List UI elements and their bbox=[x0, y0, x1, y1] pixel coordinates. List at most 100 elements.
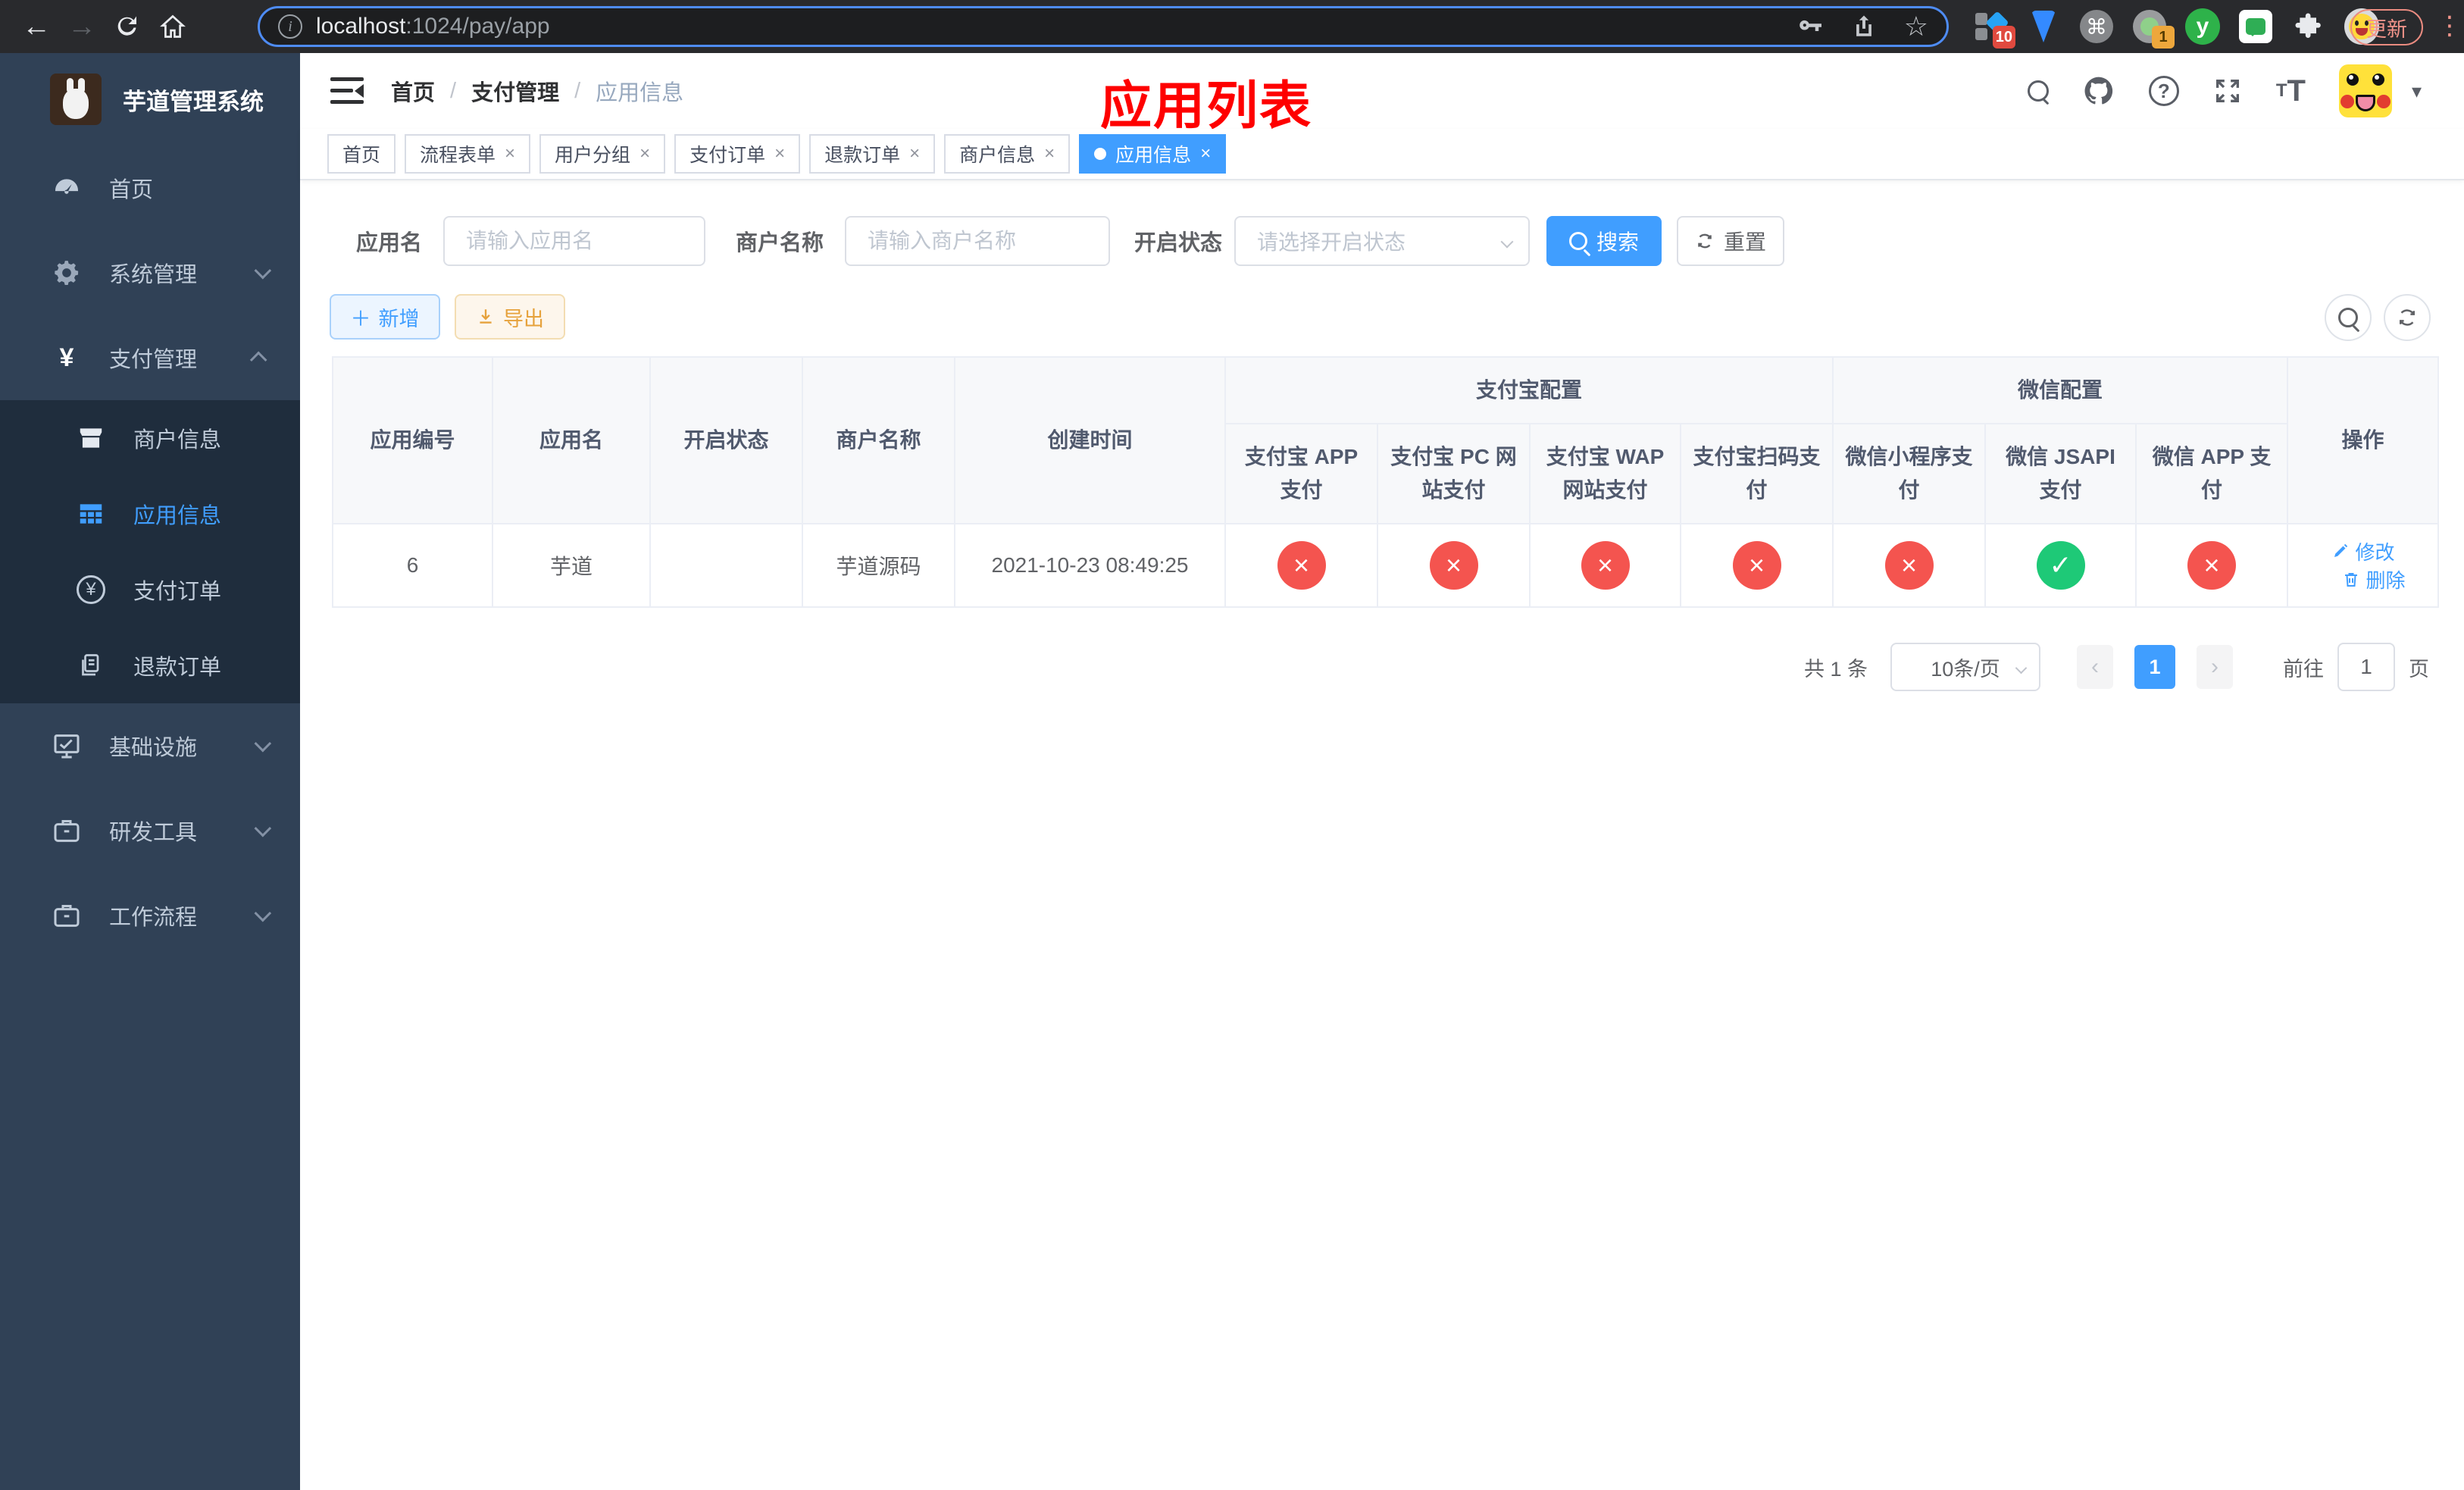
next-page-button[interactable]: › bbox=[2197, 645, 2233, 689]
extension-y-icon[interactable]: y bbox=[2185, 8, 2220, 45]
page-size-select[interactable]: 10条/页 bbox=[1890, 643, 2040, 691]
col-wechat-lite: 微信小程序支付 bbox=[1832, 423, 1987, 524]
export-button[interactable]: 导出 bbox=[455, 294, 565, 340]
sidebar-item-system[interactable]: 系统管理 bbox=[0, 230, 300, 315]
extension-blue-diamond-icon[interactable]: 10 bbox=[1973, 9, 2015, 49]
toggle-search-button[interactable] bbox=[2325, 294, 2372, 341]
sidebar-item-refund-order[interactable]: 退款订单 bbox=[0, 628, 300, 703]
documents-icon bbox=[73, 652, 109, 679]
col-created: 创建时间 bbox=[954, 356, 1226, 524]
refresh-button[interactable] bbox=[2384, 294, 2431, 341]
close-icon[interactable]: × bbox=[1044, 143, 1055, 164]
chevron-down-icon bbox=[254, 734, 272, 753]
download-icon bbox=[480, 309, 492, 324]
status-fail-icon: × bbox=[2187, 541, 2237, 590]
merchant-name-input[interactable] bbox=[845, 216, 1111, 266]
tab-pay-order[interactable]: 支付订单 × bbox=[674, 134, 801, 174]
briefcase-icon bbox=[48, 900, 85, 931]
col-alipay-pc: 支付宝 PC 网站支付 bbox=[1377, 423, 1531, 524]
search-button[interactable]: 搜索 bbox=[1546, 216, 1662, 266]
sidebar-item-infrastructure[interactable]: 基础设施 bbox=[0, 703, 300, 788]
breadcrumb-payment[interactable]: 支付管理 bbox=[471, 75, 559, 107]
app-logo[interactable]: 芋道管理系统 bbox=[0, 53, 300, 146]
browser-reload-button[interactable] bbox=[105, 4, 150, 49]
sidebar-item-devtools[interactable]: 研发工具 bbox=[0, 788, 300, 873]
pagination-total: 共 1 条 bbox=[1803, 657, 1868, 681]
payment-submenu: 商户信息 应用信息 ¥ 支付订单 退款订单 bbox=[0, 400, 300, 703]
tab-home[interactable]: 首页 bbox=[327, 134, 396, 174]
prev-page-button[interactable]: ‹ bbox=[2077, 645, 2113, 689]
url-path: :1024/pay/app bbox=[405, 14, 550, 39]
app-name-input[interactable] bbox=[443, 216, 706, 266]
chrome-menu-icon[interactable]: ⋮ bbox=[2437, 11, 2462, 41]
goto-page-input[interactable] bbox=[2337, 643, 2395, 691]
browser-home-button[interactable] bbox=[150, 4, 195, 49]
app-name-label: 应用名 bbox=[356, 231, 423, 255]
tab-merchant-info[interactable]: 商户信息 × bbox=[944, 134, 1071, 174]
browser-back-button[interactable]: ← bbox=[14, 4, 59, 49]
cell-merchant: 芋道源码 bbox=[802, 523, 955, 608]
fullscreen-icon[interactable] bbox=[2212, 76, 2243, 106]
sidebar: 芋道管理系统 首页 系统管理 ¥ 支付管理 商户信息 应用信息 ¥ 支付订单 退… bbox=[0, 53, 300, 1490]
tab-user-group[interactable]: 用户分组 × bbox=[539, 134, 666, 174]
avatar-caret-icon[interactable]: ▾ bbox=[2412, 80, 2422, 103]
search-icon[interactable] bbox=[2027, 80, 2049, 102]
extensions-puzzle-icon[interactable] bbox=[2291, 9, 2326, 44]
browser-forward-button[interactable]: → bbox=[59, 4, 105, 49]
close-icon[interactable]: × bbox=[639, 143, 650, 164]
status-select[interactable]: 请选择开启状态 bbox=[1234, 216, 1531, 266]
chevron-down-icon bbox=[254, 819, 272, 837]
search-icon bbox=[1569, 232, 1588, 250]
extension-recorder-icon[interactable]: 1 bbox=[2132, 9, 2175, 49]
close-icon[interactable]: × bbox=[909, 143, 920, 164]
help-icon[interactable]: ? bbox=[2148, 76, 2179, 106]
close-icon[interactable]: × bbox=[774, 143, 785, 164]
tab-process-form[interactable]: 流程表单 × bbox=[405, 134, 531, 174]
extension-badge: 10 bbox=[1992, 26, 2015, 49]
cell-actions: 修改 删除 bbox=[2287, 523, 2440, 608]
breadcrumb-home[interactable]: 首页 bbox=[391, 75, 435, 107]
password-key-icon[interactable] bbox=[1796, 13, 1824, 40]
avatar[interactable] bbox=[2338, 64, 2392, 117]
extension-command-icon[interactable]: ⌘ bbox=[2079, 9, 2114, 44]
tab-app-info[interactable]: 应用信息 × bbox=[1079, 134, 1227, 174]
close-icon[interactable]: × bbox=[505, 143, 515, 164]
delete-link[interactable]: 删除 bbox=[2342, 565, 2406, 593]
sidebar-item-home[interactable]: 首页 bbox=[0, 146, 300, 230]
trash-icon bbox=[2344, 572, 2357, 587]
font-size-icon[interactable]: TT bbox=[2276, 74, 2306, 108]
sidebar-item-pay-order[interactable]: ¥ 支付订单 bbox=[0, 552, 300, 628]
share-icon[interactable] bbox=[1851, 14, 1877, 39]
cell-wechat-lite: × bbox=[1832, 523, 1987, 608]
github-icon[interactable] bbox=[2082, 74, 2115, 108]
chevron-down-icon bbox=[254, 261, 272, 280]
sidebar-item-payment[interactable]: ¥ 支付管理 bbox=[0, 315, 300, 400]
app-title: 芋道管理系统 bbox=[123, 88, 264, 115]
sidebar-item-merchant-info[interactable]: 商户信息 bbox=[0, 400, 300, 476]
filter-form: 应用名 商户名称 开启状态 请选择开启状态 搜索 重置 bbox=[300, 216, 2464, 266]
sidebar-item-workflow[interactable]: 工作流程 bbox=[0, 873, 300, 958]
chrome-update-button[interactable]: 更新 bbox=[2350, 9, 2423, 45]
url-host: localhost bbox=[316, 14, 406, 39]
breadcrumb: 首页 / 支付管理 / 应用信息 bbox=[391, 75, 683, 107]
edit-link[interactable]: 修改 bbox=[2331, 537, 2395, 565]
add-button[interactable]: ＋新增 bbox=[330, 294, 440, 340]
cell-wechat-jsapi: ✓ bbox=[1984, 523, 2137, 608]
col-group-alipay: 支付宝配置 bbox=[1224, 356, 1834, 424]
extension-kite-icon[interactable] bbox=[2026, 9, 2061, 44]
page-annotation: 应用列表 bbox=[1100, 77, 1313, 135]
bookmark-star-icon[interactable]: ☆ bbox=[1904, 11, 1928, 42]
cell-app-name: 芋道 bbox=[492, 523, 651, 608]
reset-button[interactable]: 重置 bbox=[1677, 216, 1785, 266]
address-bar[interactable]: i localhost :1024/pay/app ☆ bbox=[258, 6, 1949, 47]
extension-chat-icon[interactable] bbox=[2238, 9, 2273, 44]
sidebar-item-app-info[interactable]: 应用信息 bbox=[0, 476, 300, 552]
storefront-icon bbox=[73, 424, 109, 452]
yen-icon: ¥ bbox=[59, 343, 74, 372]
site-info-icon[interactable]: i bbox=[278, 14, 302, 39]
close-icon[interactable]: × bbox=[1200, 143, 1211, 164]
sidebar-collapse-icon[interactable] bbox=[330, 77, 364, 105]
page-number-1[interactable]: 1 bbox=[2134, 645, 2175, 689]
chevron-down-icon bbox=[2015, 662, 2028, 675]
tab-refund-order[interactable]: 退款订单 × bbox=[809, 134, 936, 174]
